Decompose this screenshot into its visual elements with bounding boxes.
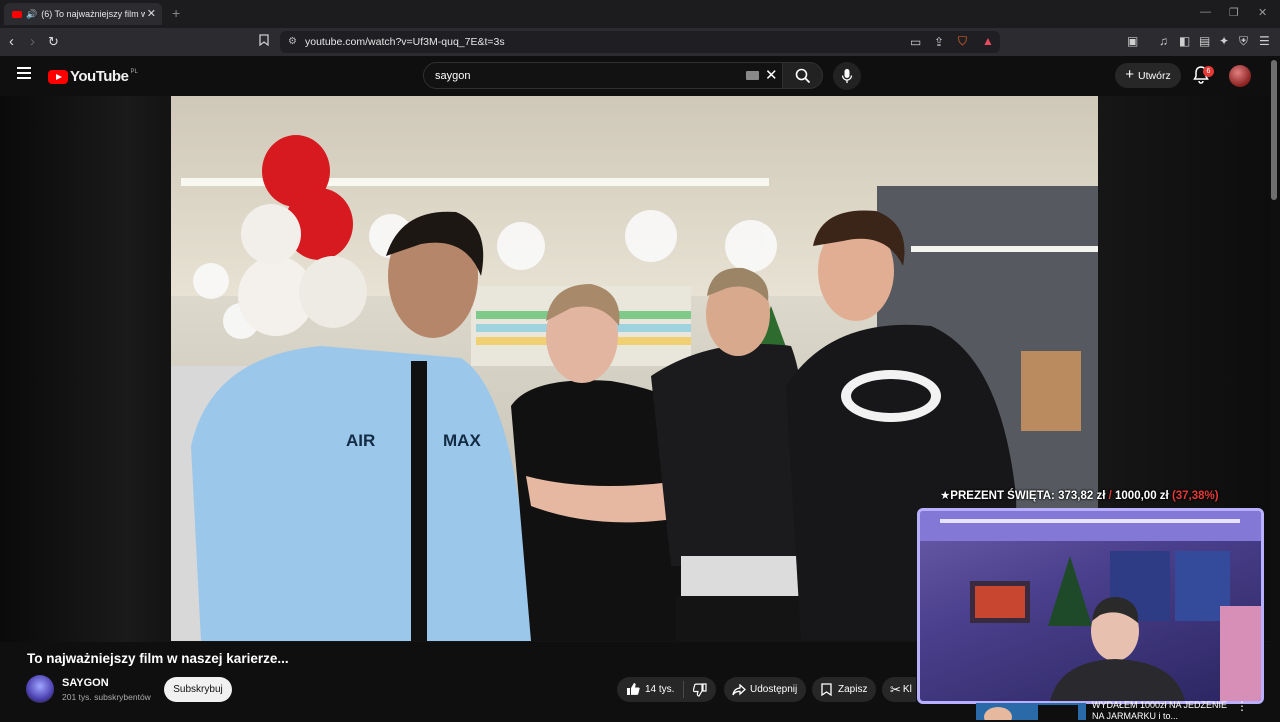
plus-icon: + [1125,66,1135,83]
speaker-icon[interactable]: 🔊 [26,9,37,20]
region-label: PL [130,68,138,75]
brave-shield-icon[interactable]: ⛉ [958,34,967,49]
microphone-icon [841,69,853,83]
close-tab-icon[interactable]: ✕ [147,7,156,20]
share-label: Udostępnij [750,684,798,695]
like-divider [683,681,684,698]
thumbnail-image [976,703,1086,720]
url-text: youtube.com/watch?v=Uf3M-quq_7E&t=3s [305,36,505,48]
notification-badge: 6 [1203,66,1214,77]
related-video-thumbnail[interactable] [976,703,1086,720]
site-info-icon[interactable]: ⚙ [288,36,297,47]
subscribe-button[interactable]: Subskrybuj [164,677,232,702]
music-icon[interactable]: ♫ [1159,34,1168,48]
webcam-overlay [917,508,1264,704]
bookmark-icon[interactable] [259,34,269,49]
dislike-icon[interactable] [693,683,707,697]
like-icon[interactable] [626,682,640,696]
save-label: Zapisz [838,684,868,695]
create-label: Utwórz [1138,69,1171,82]
panel-icon[interactable]: ◧ [1179,34,1190,48]
gift-goal-separator: / [1108,490,1112,502]
gift-goal-overlay: ★PREZENT ŚWIĘTA: 373,82 zł / 1000,00 zł … [940,488,1219,502]
youtube-logo[interactable]: YouTube PL [48,68,138,85]
youtube-favicon-icon [12,10,22,18]
subscriber-count: 201 tys. subskrybentów [62,692,151,702]
video-title: To najważniejszy film w naszej karierze.… [27,651,289,666]
rewards-icon[interactable]: ▲ [982,34,994,48]
page-scrollbar[interactable] [1271,60,1277,200]
wallet-icon[interactable]: ▤ [1199,34,1210,48]
vpn-icon[interactable]: ⛨ [1239,34,1248,49]
browser-tab[interactable]: 🔊 (6) To najważniejszy film w naszej kar… [4,3,162,25]
hamburger-menu-icon[interactable] [17,67,31,82]
menu-icon[interactable]: ☰ [1259,34,1270,48]
sidebar-icon[interactable]: ▣ [1127,34,1138,48]
clip-button[interactable]: ✂ Kl [882,677,916,702]
reload-icon[interactable]: ↻ [48,34,59,50]
channel-avatar[interactable] [26,675,54,703]
back-icon[interactable]: ‹ [9,33,14,50]
webcam-scene-image [920,511,1261,701]
gift-goal-current: 373,82 zł [1058,490,1106,502]
new-tab-button[interactable]: + [172,5,180,21]
svg-text:AIR: AIR [346,431,375,450]
tab-title: (6) To najważniejszy film w naszej karie… [41,9,146,19]
gift-goal-label: ★PREZENT ŚWIĘTA: [940,490,1055,502]
clear-search-icon[interactable]: ✕ [765,66,778,84]
browser-toolbar: ‹ › ↻ ⚙ youtube.com/watch?v=Uf3M-quq_7E&… [0,28,1280,56]
account-avatar[interactable] [1229,65,1251,87]
cast-icon[interactable]: ▭ [910,35,921,49]
youtube-wordmark: YouTube [70,68,129,85]
related-video-title[interactable]: WYDAŁEM 1000zł NA JEDZENIE NA JARMARKU i… [1092,700,1232,722]
clip-label: Kl [902,684,912,695]
create-button[interactable]: + Utwórz [1115,63,1181,88]
close-window-icon[interactable]: ✕ [1258,6,1267,19]
svg-text:MAX: MAX [443,431,481,450]
search-icon [795,68,811,84]
share-icon [732,683,746,695]
scissors-icon: ✂ [890,681,901,697]
save-icon [821,683,832,696]
keyboard-icon[interactable] [746,71,759,80]
browser-tab-bar: 🔊 (6) To najważniejszy film w naszej kar… [0,0,1280,28]
youtube-header: YouTube PL saygon ✕ + Utwórz [0,56,1280,96]
like-dislike-group: 14 tys. [617,677,716,702]
maximize-icon[interactable]: ❐ [1229,6,1239,19]
gift-goal-target: 1000,00 zł [1115,490,1169,502]
leo-icon[interactable]: ✦ [1219,34,1229,48]
more-options-icon[interactable]: ⋮ [1236,699,1248,713]
like-count[interactable]: 14 tys. [645,684,674,695]
share-button[interactable]: Udostępnij [724,677,806,702]
search-value: saygon [435,70,471,82]
forward-icon[interactable]: › [30,33,35,50]
search-button[interactable] [782,62,823,89]
voice-search-button[interactable] [833,62,861,90]
save-button[interactable]: Zapisz [812,677,876,702]
share-page-icon[interactable]: ⇪ [934,35,944,49]
youtube-play-icon [48,69,68,84]
channel-name[interactable]: SAYGON [62,677,109,689]
minimize-icon[interactable]: — [1200,6,1211,18]
address-bar[interactable]: ⚙ youtube.com/watch?v=Uf3M-quq_7E&t=3s ▭… [280,31,1000,53]
search-input[interactable]: saygon ✕ [423,62,783,89]
gift-goal-percent: (37,38%) [1171,490,1219,502]
